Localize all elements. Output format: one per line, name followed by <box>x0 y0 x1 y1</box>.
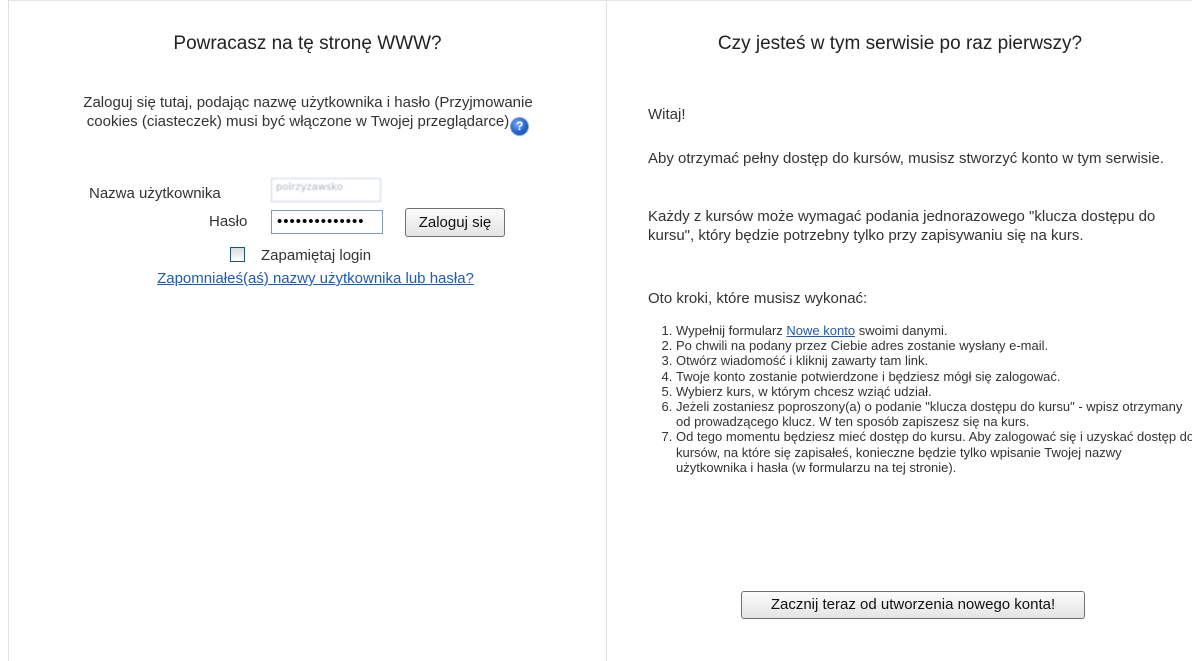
password-label: Hasło <box>209 213 248 230</box>
signup-step-5: Wybierz kurs, w którym chcesz wziąć udzi… <box>676 384 1192 399</box>
remember-checkbox[interactable] <box>230 247 245 262</box>
signup-step-3: Otwórz wiadomość i kliknij zawarty tam l… <box>676 353 1192 368</box>
remember-login: Zapamiętaj login <box>230 247 371 264</box>
remember-label: Zapamiętaj login <box>261 247 372 264</box>
signup-step-4: Twoje konto zostanie potwierdzone i będz… <box>676 369 1192 384</box>
step-1-text-before: Wypełnij formularz <box>676 323 787 338</box>
step-1-text-after: swoimi danymi. <box>855 323 948 338</box>
signup-steps-list: Wypełnij formularz Nowe konto swoimi dan… <box>648 323 1192 475</box>
signup-paragraph-2: Każdy z kursów może wymagać podania jedn… <box>648 208 1156 244</box>
signup-paragraph-1: Aby otrzymać pełny dostęp do kursów, mus… <box>648 150 1165 167</box>
create-account-button[interactable]: Zacznij teraz od utworzenia nowego konta… <box>741 591 1085 619</box>
username-input[interactable]: polrzyzawsko <box>271 178 381 202</box>
signup-box: Czy jesteś w tym serwisie po raz pierwsz… <box>607 1 1192 661</box>
login-intro-text: Zaloguj się tutaj, podając nazwę użytkow… <box>83 94 533 130</box>
signup-step-6: Jeżeli zostaniesz poproszony(a) o podani… <box>676 399 1192 429</box>
login-button[interactable]: Zaloguj się <box>405 208 505 237</box>
signup-step-2: Po chwili na podany przez Ciebie adres z… <box>676 338 1192 353</box>
username-label: Nazwa użytkownika <box>89 185 221 202</box>
login-heading: Powracasz na tę stronę WWW? <box>173 33 442 54</box>
signup-step-1: Wypełnij formularz Nowe konto swoimi dan… <box>676 323 1192 338</box>
help-icon[interactable]: ? <box>510 117 530 136</box>
login-page: Powracasz na tę stronę WWW? Zaloguj się … <box>8 0 1192 661</box>
password-input[interactable]: •••••••••••••• <box>271 210 383 234</box>
signup-greeting: Witaj! <box>648 106 686 123</box>
signup-paragraph-3: Oto kroki, które musisz wykonać: <box>648 290 868 307</box>
signup-heading: Czy jesteś w tym serwisie po raz pierwsz… <box>717 33 1083 54</box>
login-box: Powracasz na tę stronę WWW? Zaloguj się … <box>9 1 606 661</box>
login-intro: Zaloguj się tutaj, podając nazwę użytkow… <box>73 93 543 136</box>
new-account-link[interactable]: Nowe konto <box>786 323 855 338</box>
forgot-password-link[interactable]: Zapomniałeś(aś) nazwy użytkownika lub ha… <box>157 270 474 287</box>
signup-step-7: Od tego momentu będziesz mieć dostęp do … <box>676 429 1192 475</box>
forgot-container: Zapomniałeś(aś) nazwy użytkownika lub ha… <box>9 270 606 287</box>
